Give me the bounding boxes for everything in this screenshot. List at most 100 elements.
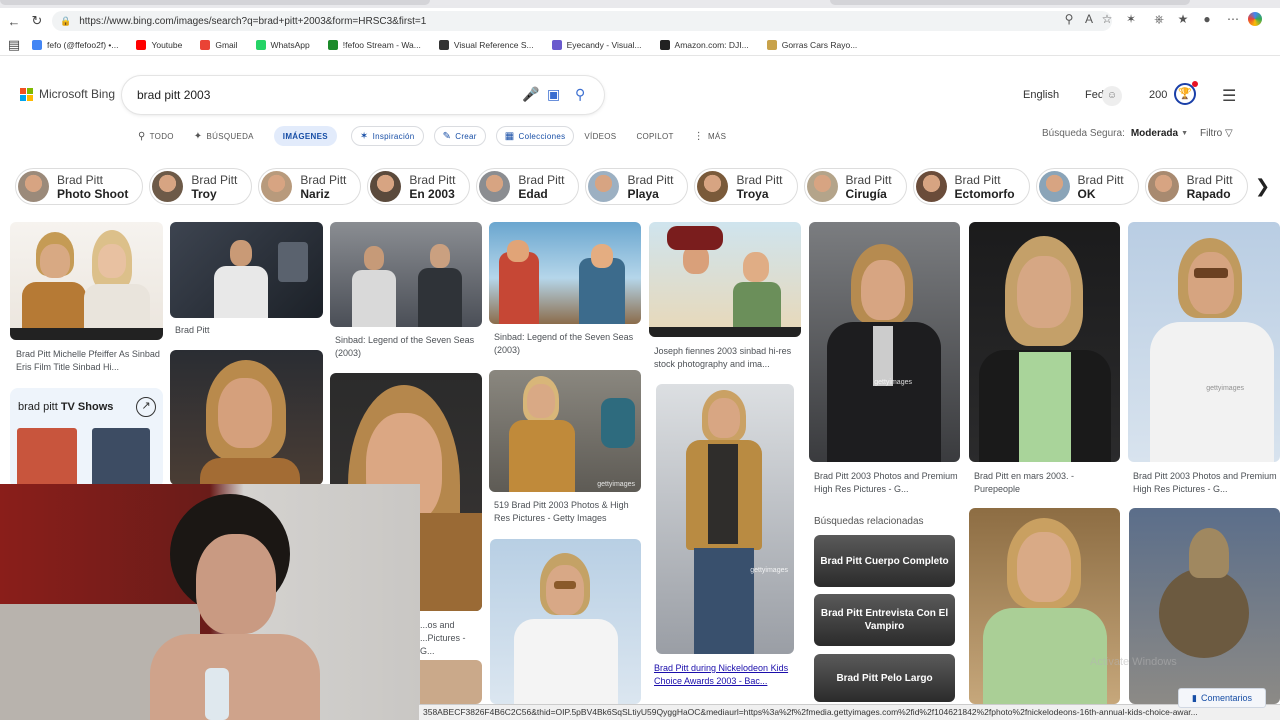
tab-colecciones[interactable]: ▦ Colecciones (495, 126, 575, 146)
related-search-item[interactable]: Brad Pitt Cuerpo Completo (814, 535, 955, 587)
url-text: https://www.bing.com/images/search?q=bra… (79, 15, 427, 27)
related-chip[interactable]: Brad Pitt OK (1035, 168, 1139, 205)
image-result[interactable] (969, 508, 1120, 704)
bookmark-item[interactable]: fefo (@ffefoo2f) •... (32, 39, 118, 50)
image-caption[interactable]: Joseph fiennes 2003 sinbad hi-res stock … (654, 345, 799, 371)
zoom-icon[interactable]: ⚲ (1060, 12, 1078, 26)
tab-crear[interactable]: ✎ Crear (433, 126, 486, 146)
url-field[interactable]: 🔒 https://www.bing.com/images/search?q=b… (52, 11, 1112, 31)
feedback-icon: ▮ (1192, 692, 1197, 703)
profile-icon[interactable]: ● (1198, 12, 1216, 26)
menu-icon[interactable]: ☰ (1222, 86, 1236, 106)
image-caption[interactable]: Brad Pitt (175, 324, 320, 337)
related-search-item[interactable]: Brad Pitt Entrevista Con El Vampiro (814, 594, 955, 646)
image-result[interactable]: gettyimages (489, 370, 641, 492)
image-caption[interactable]: 519 Brad Pitt 2003 Photos & High Res Pic… (494, 499, 639, 525)
more-options-icon[interactable]: ⋯ (1224, 12, 1242, 26)
tab-más[interactable]: ⋮ MÁS (694, 126, 727, 146)
image-caption[interactable]: ...os and ...Pictures - G... (420, 619, 482, 658)
extensions-icon[interactable]: ✶ (1122, 12, 1140, 26)
tab-vídeos[interactable]: VÍDEOS (584, 126, 616, 146)
refresh-button[interactable]: ↻ (25, 9, 49, 33)
bookmark-item[interactable]: Gmail (200, 39, 238, 50)
bookmark-item[interactable]: Visual Reference S... (438, 39, 534, 50)
tab-búsqueda[interactable]: ✦ BÚSQUEDA (194, 126, 254, 146)
image-result[interactable] (170, 222, 323, 318)
chip-line1: Brad Pitt (736, 172, 783, 187)
image-result[interactable] (969, 222, 1120, 462)
related-chip[interactable]: Brad Pitt En 2003 (367, 168, 471, 205)
related-chip[interactable]: Brad Pitt Edad (476, 168, 580, 205)
image-result[interactable] (649, 222, 801, 337)
rewards-points[interactable]: 200 (1149, 89, 1167, 101)
image-caption[interactable]: Brad Pitt during Nickelodeon Kids Choice… (654, 662, 799, 688)
image-result[interactable] (170, 350, 323, 485)
chip-line1: Brad Pitt (409, 172, 456, 187)
microphone-icon[interactable]: 🎤 (522, 86, 539, 103)
related-chip[interactable]: Brad Pitt Photo Shoot (15, 168, 144, 205)
tab-copilot[interactable]: COPILOT (636, 126, 673, 146)
related-chip[interactable]: Brad Pitt Ectomorfo (912, 168, 1030, 205)
image-caption[interactable]: Brad Pitt Michelle Pfeiffer As Sinbad Er… (16, 348, 161, 374)
image-result[interactable]: gettyimages (1128, 222, 1280, 462)
bookmark-item[interactable]: Youtube (136, 39, 182, 50)
bookmark-item[interactable]: Gorras Cars Rayo... (766, 39, 857, 50)
related-chip[interactable]: Brad Pitt Rapado (1144, 168, 1248, 205)
tv-shows-title[interactable]: brad pitt TV Shows (18, 401, 113, 413)
image-result[interactable] (1129, 508, 1280, 704)
safe-search-value[interactable]: Moderada (1131, 128, 1178, 139)
apps-icon[interactable]: ▤ (2, 33, 26, 57)
favorites-bar-icon[interactable]: ★ (1174, 12, 1192, 26)
safe-search[interactable]: Búsqueda Segura: Moderada ▼ (1042, 128, 1188, 139)
sparkle-icon: ✶ (359, 130, 369, 142)
filter-button[interactable]: Filtro ▽ (1200, 128, 1233, 139)
related-chip[interactable]: Brad Pitt Playa (585, 168, 689, 205)
copilot-icon[interactable] (1248, 12, 1262, 26)
image-result[interactable]: gettyimages (809, 222, 960, 462)
related-chip[interactable]: Brad Pitt Troy (149, 168, 253, 205)
back-button[interactable]: ← (2, 9, 26, 33)
tab-todo[interactable]: ⚲ TODO (138, 126, 174, 146)
image-result[interactable]: gettyimages (656, 384, 794, 654)
tab-label: Crear (455, 131, 477, 141)
related-search-item[interactable]: Brad Pitt Pelo Largo (814, 654, 955, 702)
search-box[interactable]: brad pitt 2003 🎤 ▣ ⚲ (122, 76, 604, 114)
watermark-text: gettyimages (874, 379, 912, 386)
image-result[interactable] (330, 222, 482, 327)
bookmark-item[interactable]: WhatsApp (255, 39, 310, 50)
search-query[interactable]: brad pitt 2003 (137, 88, 210, 102)
arrow-icon[interactable]: ↗ (136, 397, 156, 417)
read-aloud-icon[interactable]: A (1080, 12, 1098, 26)
image-caption[interactable]: Sinbad: Legend of the Seven Seas (2003) (335, 334, 480, 360)
image-result[interactable] (490, 539, 641, 704)
related-chip[interactable]: Brad Pitt Troya (694, 168, 798, 205)
image-caption[interactable]: Brad Pitt 2003 Photos and Premium High R… (814, 470, 959, 496)
visual-search-icon[interactable]: ▣ (547, 86, 560, 103)
image-result[interactable] (10, 222, 163, 340)
related-chip[interactable]: Brad Pitt Nariz (258, 168, 362, 205)
browser-tab[interactable] (0, 0, 430, 5)
bookmark-item[interactable]: !fefoo Stream - Wa... (327, 39, 421, 50)
bing-logo[interactable]: Microsoft Bing (20, 87, 115, 101)
bookmark-item[interactable]: Amazon.com: DJI... (659, 39, 749, 50)
tab-imágenes[interactable]: IMÁGENES (273, 126, 337, 146)
tab-label: COPILOT (636, 131, 674, 141)
image-caption[interactable]: Sinbad: Legend of the Seven Seas (2003) (494, 331, 639, 357)
chip-thumbnail (18, 171, 49, 202)
bookmarks-bar: ▤ fefo (@ffefoo2f) •... Youtube Gmail Whats… (0, 34, 1280, 56)
browser-essentials-icon[interactable]: ⎈ (1150, 12, 1168, 27)
image-result[interactable] (489, 222, 641, 324)
image-caption[interactable]: Brad Pitt en mars 2003. - Purepeople (974, 470, 1119, 496)
browser-tab[interactable] (830, 0, 1190, 5)
activate-windows-watermark: Activate Windows (1090, 656, 1177, 668)
chevron-right-icon[interactable]: ❯ (1255, 176, 1270, 197)
user-avatar-icon[interactable]: ☺ (1102, 86, 1122, 106)
bookmark-item[interactable]: Eyecandy - Visual... (551, 39, 642, 50)
favorite-icon[interactable]: ☆ (1098, 12, 1116, 26)
language-link[interactable]: English (1023, 89, 1059, 101)
tab-inspiración[interactable]: ✶ Inspiración (350, 126, 424, 146)
search-icon[interactable]: ⚲ (575, 86, 585, 103)
image-caption[interactable]: Brad Pitt 2003 Photos and Premium High R… (1133, 470, 1278, 496)
related-chip[interactable]: Brad Pitt Cirugía (803, 168, 907, 205)
feedback-button[interactable]: ▮ Comentarios (1178, 688, 1266, 708)
